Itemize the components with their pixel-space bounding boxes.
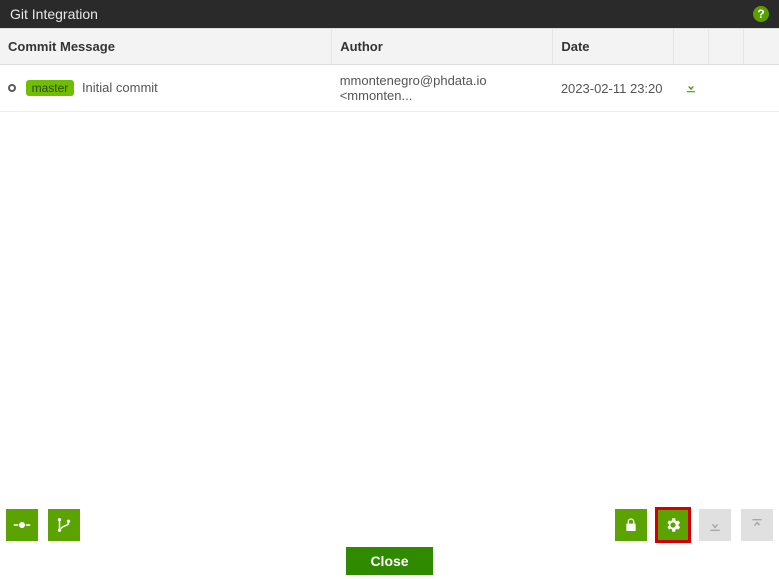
cell-author: mmontenegro@phdata.io <mmonten... xyxy=(332,65,553,112)
commit-icon xyxy=(13,516,31,534)
lock-icon xyxy=(623,517,639,533)
cell-date: 2023-02-11 23:20 xyxy=(553,65,674,112)
branch-badge: master xyxy=(26,80,75,96)
close-bar: Close xyxy=(0,547,779,575)
close-button[interactable]: Close xyxy=(346,547,432,575)
titlebar: Git Integration ? xyxy=(0,0,779,28)
col-header-action-3 xyxy=(744,29,779,65)
branch-button[interactable] xyxy=(48,509,80,541)
cell-commit-message: master Initial commit xyxy=(0,65,332,112)
toolbar-left-group xyxy=(6,509,80,541)
table-row[interactable]: master Initial commit mmontenegro@phdata… xyxy=(0,65,779,112)
gear-icon xyxy=(664,516,682,534)
download-icon xyxy=(707,517,723,533)
col-header-action-2 xyxy=(709,29,744,65)
footer-toolbar xyxy=(0,509,779,541)
commits-table: Commit Message Author Date master Initia… xyxy=(0,28,779,112)
settings-button[interactable] xyxy=(657,509,689,541)
col-header-author[interactable]: Author xyxy=(332,29,553,65)
lock-button[interactable] xyxy=(615,509,647,541)
commit-button[interactable] xyxy=(6,509,38,541)
col-header-action-1 xyxy=(673,29,708,65)
commit-graph-dot-icon xyxy=(8,84,16,92)
push-button xyxy=(741,509,773,541)
upload-icon xyxy=(749,517,765,533)
col-header-commit-message[interactable]: Commit Message xyxy=(0,29,332,65)
table-header-row: Commit Message Author Date xyxy=(0,29,779,65)
pull-button xyxy=(699,509,731,541)
col-header-date[interactable]: Date xyxy=(553,29,674,65)
toolbar-right-group xyxy=(615,509,773,541)
download-icon[interactable] xyxy=(684,80,698,94)
branch-icon xyxy=(55,516,73,534)
window-title: Git Integration xyxy=(10,6,98,22)
commit-message-text: Initial commit xyxy=(82,80,158,95)
help-icon[interactable]: ? xyxy=(753,6,769,22)
